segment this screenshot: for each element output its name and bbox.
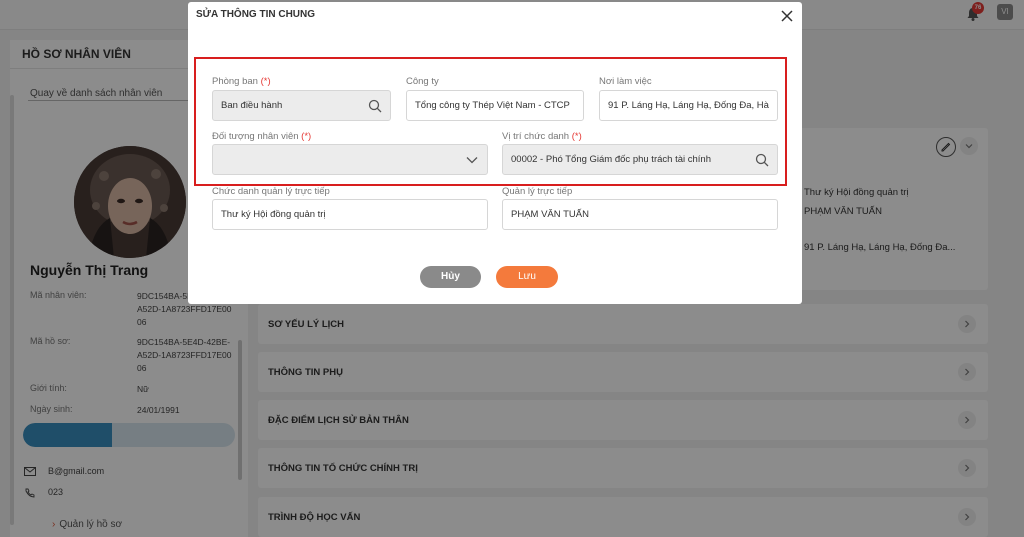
chevron-down-icon[interactable] bbox=[465, 153, 479, 167]
employee-type-label-text: Đối tượng nhân viên bbox=[212, 131, 299, 142]
position-value: 00002 - Phó Tổng Giám đốc phụ trách tài … bbox=[511, 154, 711, 165]
direct-manager-value: PHẠM VĂN TUẤN bbox=[511, 209, 589, 220]
position-field[interactable]: 00002 - Phó Tổng Giám đốc phụ trách tài … bbox=[502, 144, 778, 175]
position-label: Vị trí chức danh (*) bbox=[502, 131, 582, 142]
required-mark: (*) bbox=[571, 131, 582, 142]
manager-title-field[interactable]: Thư ký Hội đồng quản trị bbox=[212, 199, 488, 230]
workplace-value: 91 P. Láng Hạ, Láng Hạ, Đống Đa, Hà bbox=[608, 100, 769, 111]
manager-title-label: Chức danh quản lý trực tiếp bbox=[212, 186, 330, 197]
department-label: Phòng ban (*) bbox=[212, 76, 271, 87]
required-mark: (*) bbox=[301, 131, 312, 142]
position-label-text: Vị trí chức danh bbox=[502, 131, 570, 142]
direct-manager-label: Quản lý trực tiếp bbox=[502, 186, 573, 197]
workplace-label: Nơi làm việc bbox=[599, 76, 652, 87]
search-icon[interactable] bbox=[368, 99, 382, 113]
department-value: Ban điều hành bbox=[221, 100, 283, 111]
direct-manager-field[interactable]: PHẠM VĂN TUẤN bbox=[502, 199, 778, 230]
company-value: Tổng công ty Thép Việt Nam - CTCP bbox=[415, 100, 570, 111]
save-button[interactable]: Lưu bbox=[496, 266, 558, 288]
company-label: Công ty bbox=[406, 76, 439, 87]
department-label-text: Phòng ban bbox=[212, 76, 258, 87]
search-icon[interactable] bbox=[755, 153, 769, 167]
required-mark: (*) bbox=[260, 76, 271, 87]
company-field[interactable]: Tổng công ty Thép Việt Nam - CTCP bbox=[406, 90, 584, 121]
employee-type-select[interactable] bbox=[212, 144, 488, 175]
workplace-field[interactable]: 91 P. Láng Hạ, Láng Hạ, Đống Đa, Hà bbox=[599, 90, 778, 121]
close-icon[interactable] bbox=[780, 9, 794, 23]
dialog-title: SỬA THÔNG TIN CHUNG bbox=[196, 9, 316, 20]
employee-type-label: Đối tượng nhân viên (*) bbox=[212, 131, 311, 142]
department-field[interactable]: Ban điều hành bbox=[212, 90, 391, 121]
cancel-button[interactable]: Hủy bbox=[420, 266, 481, 288]
manager-title-value: Thư ký Hội đồng quản trị bbox=[221, 209, 326, 220]
